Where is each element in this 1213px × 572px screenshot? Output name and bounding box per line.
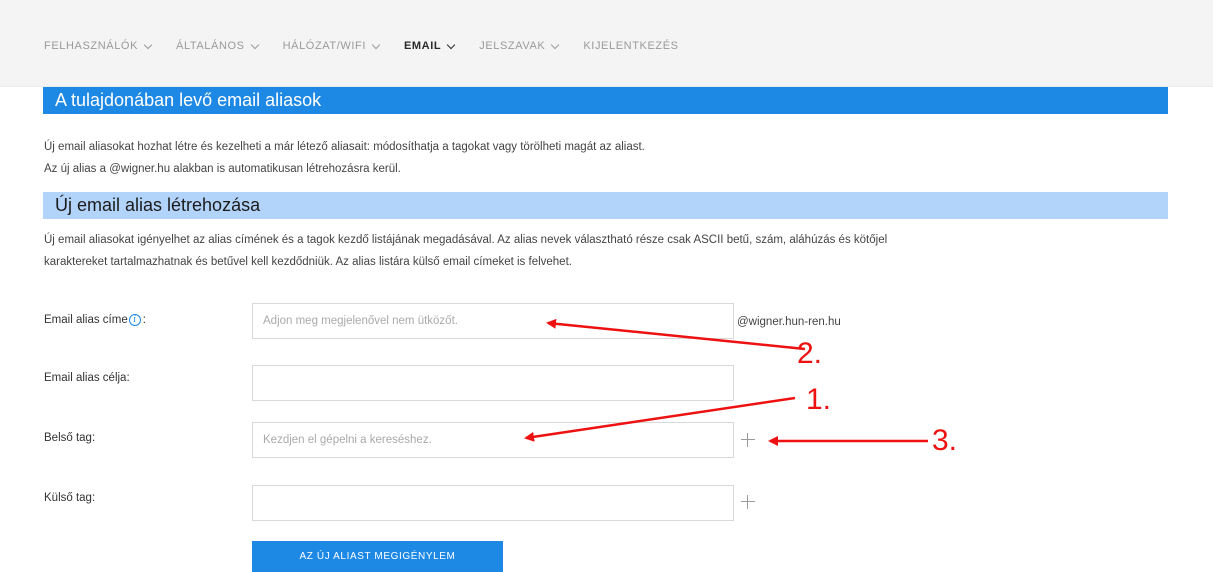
alias-purpose-label: Email alias célja: [44,372,130,384]
chevron-down-icon [250,40,259,49]
submit-new-alias-button[interactable]: AZ ÚJ ALIAST MEGIGÉNYLEM [252,541,503,572]
alias-address-label-colon: : [142,314,146,326]
nav-item-halozat-wifi[interactable]: HÁLÓZAT/WIFI [282,40,381,52]
section1-description-line2: Az új alias a @wigner.hu alakban is auto… [44,163,401,175]
external-member-input[interactable] [252,485,734,521]
alias-purpose-input[interactable] [252,365,734,401]
section2-description-line2: karaktereket tartalmazhatnak és betűvel … [44,256,572,268]
top-navbar: FELHASZNÁLÓK ÁLTALÁNOS HÁLÓZAT/WIFI EMAI… [0,0,1213,87]
section2-description-line1: Új email aliasokat igényelhet az alias c… [44,234,888,246]
nav-item-label: KIJELENTKEZÉS [583,40,679,52]
add-external-member-plus-icon[interactable] [741,495,755,509]
annotation-label-1: 1. [806,383,832,416]
domain-suffix: @wigner.hun-ren.hu [737,316,841,328]
internal-member-label: Belső tag: [44,432,96,444]
chevron-down-icon [551,40,560,49]
info-icon[interactable]: i [128,314,141,326]
chevron-down-icon [371,40,381,49]
nav-item-label: ÁLTALÁNOS [176,40,245,52]
nav-item-label: JELSZAVAK [479,40,546,52]
nav-item-email[interactable]: EMAIL [403,40,456,52]
annotation-label-3: 3. [932,424,958,457]
nav-item-felhasznalok[interactable]: FELHASZNÁLÓK [44,40,153,52]
chevron-down-icon [446,40,456,49]
alias-address-label: Email alias címe i : [44,314,146,326]
internal-member-input[interactable] [252,422,734,458]
nav-item-logout[interactable]: KIJELENTKEZÉS [583,40,678,52]
nav-menu: FELHASZNÁLÓK ÁLTALÁNOS HÁLÓZAT/WIFI EMAI… [44,40,704,52]
nav-item-altalanos[interactable]: ÁLTALÁNOS [176,40,259,52]
nav-item-label: FELHASZNÁLÓK [44,40,139,52]
section-header-owned-aliases: A tulajdonában levő email aliasok [43,87,1168,114]
add-internal-member-plus-icon[interactable] [741,433,755,447]
nav-item-label: EMAIL [403,40,442,52]
section-header-new-alias: Új email alias létrehozása [43,192,1168,219]
nav-item-label: HÁLÓZAT/WIFI [282,40,366,52]
alias-address-input[interactable] [252,303,734,339]
chevron-down-icon [143,40,153,49]
section1-description-line1: Új email aliasokat hozhat létre és kezel… [44,141,645,153]
annotation-label-2: 2. [797,337,823,370]
external-member-label: Külső tag: [44,492,96,504]
nav-item-jelszavak[interactable]: JELSZAVAK [479,40,560,52]
alias-address-label-text: Email alias címe [44,314,128,326]
